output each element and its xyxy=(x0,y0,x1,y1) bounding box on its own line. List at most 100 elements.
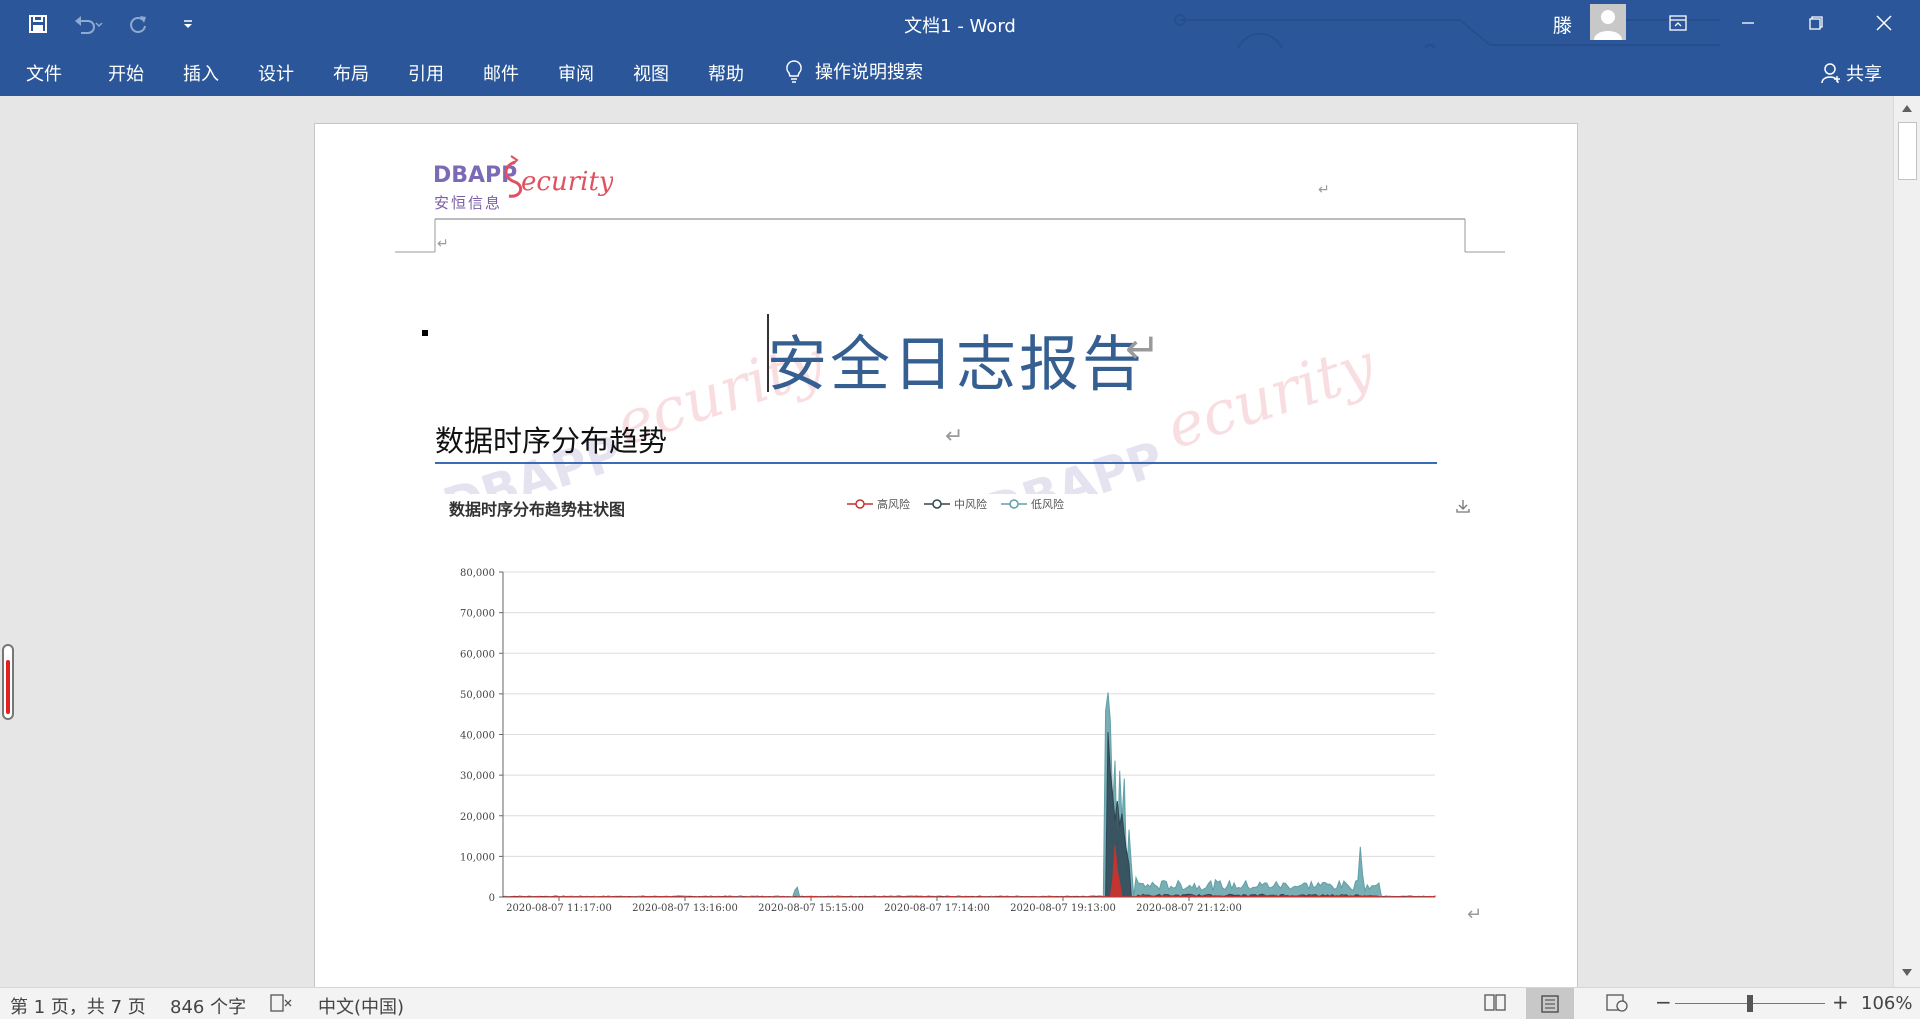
web-layout-button[interactable] xyxy=(1606,994,1628,1017)
undo-button[interactable] xyxy=(72,8,104,40)
y-tick-label: 40,000 xyxy=(460,731,495,742)
report-title[interactable]: 安全日志报告 xyxy=(767,316,1145,403)
zoom-slider-thumb[interactable] xyxy=(1747,995,1753,1012)
proofing-icon xyxy=(270,994,292,1012)
document-page[interactable]: DBAPP ecurity 安恒信息 ↵ ↵ DBAPP ecurity DBA… xyxy=(314,123,1578,987)
x-tick-label: 2020-08-07 21:12:00 xyxy=(1136,903,1242,914)
web-layout-icon xyxy=(1606,994,1628,1012)
arrow-up-icon xyxy=(1902,105,1912,112)
save-button[interactable] xyxy=(22,8,54,40)
paragraph-mark: ↵ xyxy=(1467,904,1483,925)
tab-view[interactable]: 视图 xyxy=(633,60,669,86)
tell-me-label: 操作说明搜索 xyxy=(815,62,923,83)
y-tick-label: 60,000 xyxy=(460,649,495,660)
language[interactable]: 中文(中国) xyxy=(318,993,404,1019)
scroll-up-button[interactable] xyxy=(1896,98,1918,118)
legend-marker-low xyxy=(1001,499,1027,509)
x-tick-label: 2020-08-07 15:15:00 xyxy=(758,903,864,914)
header-frame xyxy=(395,218,1505,253)
legend-label-low: 低风险 xyxy=(1031,498,1064,511)
lightbulb-icon xyxy=(786,60,802,83)
series-area-low xyxy=(502,692,1436,898)
zoom-out-button[interactable]: − xyxy=(1655,990,1672,1014)
paragraph-mark: ↵ xyxy=(1125,324,1161,373)
legend-label-mid: 中风险 xyxy=(954,498,987,511)
tab-review[interactable]: 审阅 xyxy=(558,60,594,86)
status-bar: 第 1 页，共 7 页 846 个字 中文(中国) − + 106% xyxy=(0,987,1920,1019)
save-image-button[interactable] xyxy=(1455,498,1471,518)
series-area-mid xyxy=(502,732,1436,898)
zoom-level[interactable]: 106% xyxy=(1861,993,1912,1014)
read-mode-icon xyxy=(1484,994,1506,1011)
dropdown-arrow-icon xyxy=(184,20,192,28)
zoom-in-button[interactable]: + xyxy=(1832,990,1849,1014)
page-count[interactable]: 第 1 页，共 7 页 xyxy=(10,993,146,1019)
restore-button[interactable] xyxy=(1788,0,1844,46)
legend-marker-mid xyxy=(924,499,950,509)
x-tick-label: 2020-08-07 17:14:00 xyxy=(884,903,990,914)
y-tick-label: 80,000 xyxy=(460,568,495,579)
y-tick-label: 10,000 xyxy=(460,852,495,863)
word-window: 文档1 - Word 滕 文件 开始 插入 设计 布局 引用 邮件 审阅 视图 … xyxy=(0,0,1920,1019)
legend-item-low[interactable]: 低风险 xyxy=(1001,496,1064,512)
tab-insert[interactable]: 插入 xyxy=(183,60,219,86)
heading-underline xyxy=(435,462,1437,464)
tab-design[interactable]: 设计 xyxy=(258,60,294,86)
tab-layout[interactable]: 布局 xyxy=(333,60,369,86)
title-bar: 文档1 - Word 滕 xyxy=(0,0,1920,93)
ribbon-display-options-button[interactable] xyxy=(1650,0,1706,46)
minimize-button[interactable] xyxy=(1720,0,1776,46)
paragraph-bullet xyxy=(422,330,428,336)
legend-item-high[interactable]: 高风险 xyxy=(847,496,910,512)
print-layout-icon xyxy=(1541,994,1559,1013)
customize-qat-button[interactable] xyxy=(172,8,204,40)
share-person-icon xyxy=(1821,63,1840,84)
tab-home[interactable]: 开始 xyxy=(108,60,144,86)
y-tick-label: 20,000 xyxy=(460,812,495,823)
x-tick-label: 2020-08-07 11:17:00 xyxy=(506,903,612,914)
chart-title: 数据时序分布趋势柱状图 xyxy=(449,500,626,519)
user-name[interactable]: 滕 xyxy=(1553,11,1572,38)
tab-references[interactable]: 引用 xyxy=(408,60,444,86)
restore-icon xyxy=(1809,16,1823,30)
logo-subtitle: 安恒信息 xyxy=(434,194,503,212)
share-label: 共享 xyxy=(1846,64,1882,85)
ribbon-display-icon xyxy=(1669,15,1687,31)
navigation-handle[interactable] xyxy=(2,644,14,720)
y-tick-label: 70,000 xyxy=(460,609,495,620)
redo-button[interactable] xyxy=(122,8,154,40)
undo-icon xyxy=(75,16,103,34)
legend-marker-high xyxy=(847,499,873,509)
quick-access-toolbar xyxy=(22,8,204,40)
paragraph-mark: ↵ xyxy=(945,424,964,449)
tab-help[interactable]: 帮助 xyxy=(708,60,744,86)
save-icon xyxy=(29,15,47,33)
svg-text:ecurity: ecurity xyxy=(1158,334,1384,463)
section-heading[interactable]: 数据时序分布趋势 xyxy=(435,418,667,460)
close-icon xyxy=(1876,15,1892,31)
share-button[interactable]: 共享 xyxy=(1820,60,1882,86)
close-button[interactable] xyxy=(1856,0,1912,46)
paragraph-mark: ↵ xyxy=(437,236,449,252)
minimize-icon xyxy=(1742,22,1754,24)
word-count[interactable]: 846 个字 xyxy=(170,993,246,1019)
download-icon xyxy=(1456,500,1470,513)
vertical-scrollbar[interactable] xyxy=(1893,96,1920,987)
scroll-down-button[interactable] xyxy=(1896,963,1918,983)
scrollbar-thumb[interactable] xyxy=(1898,122,1917,180)
svg-text:ecurity: ecurity xyxy=(521,167,613,197)
tell-me-search[interactable]: 操作说明搜索 xyxy=(785,58,923,84)
timeseries-chart[interactable]: 80,000 70,000 60,000 50,000 40,000 30,000 20,0… xyxy=(435,524,1445,944)
document-area: DBAPP ecurity 安恒信息 ↵ ↵ DBAPP ecurity DBA… xyxy=(0,96,1920,987)
redo-icon xyxy=(130,16,146,33)
ribbon-tabs: 文件 开始 插入 设计 布局 引用 邮件 审阅 视图 帮助 操作说明搜索 共享 xyxy=(0,48,1920,96)
proofing-button[interactable] xyxy=(270,994,292,1017)
print-layout-button[interactable] xyxy=(1526,988,1574,1019)
read-mode-button[interactable] xyxy=(1484,994,1506,1017)
user-avatar-icon xyxy=(1594,10,1622,40)
tab-file[interactable]: 文件 xyxy=(26,60,62,86)
x-tick-label: 2020-08-07 13:16:00 xyxy=(632,903,738,914)
tab-mailings[interactable]: 邮件 xyxy=(483,60,519,86)
legend-item-mid[interactable]: 中风险 xyxy=(924,496,987,512)
avatar[interactable] xyxy=(1590,4,1626,40)
